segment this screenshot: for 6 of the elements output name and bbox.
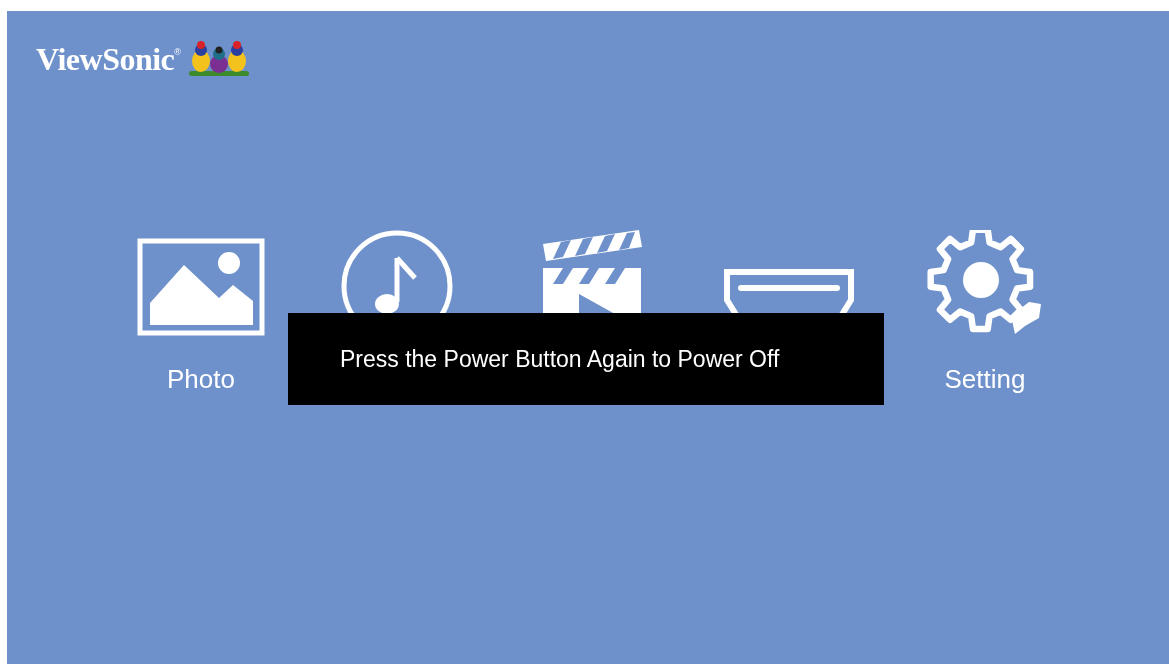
birds-icon [186,39,251,79]
menu-label[interactable]: Setting [944,364,1026,394]
brand-logo-text: ViewSonic [36,40,175,78]
menu-label[interactable]: Photo [167,364,235,394]
registered-mark: ® [174,47,181,57]
dialog-message: Press the Power Button Again to Power Off [340,345,780,373]
